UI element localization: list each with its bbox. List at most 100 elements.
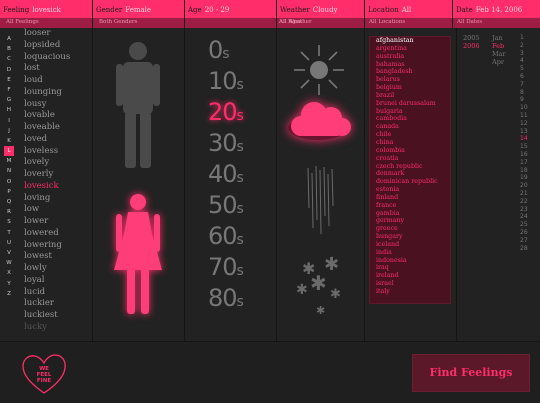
- male-figure-icon[interactable]: [116, 42, 160, 168]
- feeling-item[interactable]: loveless: [24, 146, 88, 158]
- age-option[interactable]: 50s: [208, 191, 244, 219]
- location-item[interactable]: bangladesh: [370, 68, 450, 76]
- location-item[interactable]: colombia: [370, 147, 450, 155]
- header-gender-sub[interactable]: Both Genders: [99, 19, 137, 25]
- location-item[interactable]: chile: [370, 131, 450, 139]
- header-weather[interactable]: Weather Cloudy All Weather: [277, 0, 364, 28]
- location-item[interactable]: germany: [370, 217, 450, 225]
- location-item[interactable]: italy: [370, 288, 450, 296]
- feeling-item[interactable]: loquacious: [24, 52, 88, 64]
- feeling-item[interactable]: lowly: [24, 263, 88, 275]
- feeling-item[interactable]: loud: [24, 75, 88, 87]
- header-date-sub[interactable]: All Dates: [457, 19, 482, 25]
- day-item[interactable]: 22: [520, 198, 536, 206]
- feeling-item[interactable]: loveable: [24, 122, 88, 134]
- alphabet-letter[interactable]: D: [4, 65, 14, 75]
- alphabet-letter[interactable]: V: [4, 248, 14, 258]
- alphabet-letter[interactable]: A: [4, 34, 14, 44]
- header-location-sub[interactable]: All Locations: [369, 19, 405, 25]
- age-option[interactable]: 70s: [208, 253, 244, 281]
- feeling-item[interactable]: lower: [24, 216, 88, 228]
- alphabet-letter[interactable]: G: [4, 95, 14, 105]
- location-item[interactable]: brazil: [370, 92, 450, 100]
- age-option[interactable]: 0s: [208, 36, 230, 64]
- day-item[interactable]: 3: [520, 50, 536, 58]
- location-list[interactable]: afghanistan argentina australia bahamas bang…: [369, 36, 451, 304]
- location-item[interactable]: bulgaria: [370, 108, 450, 116]
- location-item[interactable]: denmark: [370, 170, 450, 178]
- find-feelings-button[interactable]: Find Feelings: [412, 354, 530, 392]
- feeling-item[interactable]: loved: [24, 134, 88, 146]
- day-item[interactable]: 5: [520, 65, 536, 73]
- day-item[interactable]: 28: [520, 245, 536, 253]
- day-item[interactable]: 10: [520, 104, 536, 112]
- year-item[interactable]: 2005: [463, 34, 480, 42]
- day-item[interactable]: 6: [520, 73, 536, 81]
- day-item[interactable]: 17: [520, 159, 536, 167]
- alphabet-letter[interactable]: R: [4, 207, 14, 217]
- feeling-item[interactable]: loverly: [24, 169, 88, 181]
- alphabet-letter[interactable]: T: [4, 228, 14, 238]
- feeling-item[interactable]: looser: [24, 28, 88, 40]
- day-item[interactable]: 18: [520, 167, 536, 175]
- feeling-item[interactable]: luckier: [24, 298, 88, 310]
- month-item[interactable]: Feb: [492, 42, 506, 50]
- feeling-item[interactable]: lowering: [24, 240, 88, 252]
- header-age[interactable]: Age 20 - 29 All Ages: [185, 0, 302, 28]
- feeling-item[interactable]: lovely: [24, 157, 88, 169]
- day-item[interactable]: 1: [520, 34, 536, 42]
- day-item[interactable]: 13: [520, 128, 536, 136]
- location-item[interactable]: india: [370, 249, 450, 257]
- alphabet-letter[interactable]: U: [4, 238, 14, 248]
- location-item[interactable]: iraq: [370, 264, 450, 272]
- alphabet-letter[interactable]: S: [4, 217, 14, 227]
- location-item[interactable]: afghanistan: [370, 37, 450, 45]
- feeling-item[interactable]: loving: [24, 193, 88, 205]
- location-item[interactable]: bahamas: [370, 61, 450, 69]
- we-feel-fine-logo[interactable]: WE FEEL FINE: [20, 352, 68, 396]
- day-item[interactable]: 25: [520, 221, 536, 229]
- alphabet-letter[interactable]: J: [4, 126, 14, 136]
- feeling-item[interactable]: lousy: [24, 99, 88, 111]
- alphabet-letter[interactable]: Q: [4, 197, 14, 207]
- month-item[interactable]: Jan: [492, 34, 506, 42]
- alphabet-letter[interactable]: E: [4, 75, 14, 85]
- alphabet-letter[interactable]: B: [4, 44, 14, 54]
- header-date[interactable]: Date Feb 14, 2006 All Dates: [453, 0, 540, 28]
- day-item[interactable]: 21: [520, 190, 536, 198]
- age-option[interactable]: 30s: [208, 129, 244, 157]
- day-item[interactable]: 8: [520, 89, 536, 97]
- day-item[interactable]: 19: [520, 174, 536, 182]
- day-item[interactable]: 24: [520, 213, 536, 221]
- alphabet-letter[interactable]: O: [4, 177, 14, 187]
- feeling-item[interactable]: lucky: [24, 322, 88, 334]
- age-option[interactable]: 10s: [208, 67, 244, 95]
- day-item[interactable]: 9: [520, 96, 536, 104]
- location-item[interactable]: gambia: [370, 210, 450, 218]
- day-item[interactable]: 14: [520, 135, 536, 143]
- cloud-icon[interactable]: [288, 102, 351, 140]
- day-item[interactable]: 15: [520, 143, 536, 151]
- location-item[interactable]: czech republic: [370, 163, 450, 171]
- snow-icon[interactable]: ✱ ✱ ✱ ✱ ✱ ✱: [296, 254, 341, 317]
- location-item[interactable]: dominican republic: [370, 178, 450, 186]
- day-item[interactable]: 4: [520, 57, 536, 65]
- location-item[interactable]: finland: [370, 194, 450, 202]
- location-item[interactable]: greece: [370, 225, 450, 233]
- sun-icon[interactable]: [294, 45, 344, 95]
- day-item[interactable]: 23: [520, 206, 536, 214]
- alphabet-letter[interactable]: K: [4, 136, 14, 146]
- alphabet-letter[interactable]: W: [4, 258, 14, 268]
- feeling-item[interactable]: low: [24, 204, 88, 216]
- female-figure-icon[interactable]: [114, 194, 162, 314]
- location-item[interactable]: canada: [370, 123, 450, 131]
- year-item[interactable]: 2006: [463, 42, 480, 50]
- location-item[interactable]: ireland: [370, 272, 450, 280]
- feeling-item[interactable]: lovesick: [24, 181, 88, 193]
- alphabet-letter[interactable]: P: [4, 187, 14, 197]
- alphabet-letter[interactable]: C: [4, 54, 14, 64]
- location-item[interactable]: brunei darussalam: [370, 100, 450, 108]
- month-item[interactable]: Mar: [492, 50, 506, 58]
- location-item[interactable]: france: [370, 202, 450, 210]
- alphabet-letter[interactable]: L: [4, 146, 14, 157]
